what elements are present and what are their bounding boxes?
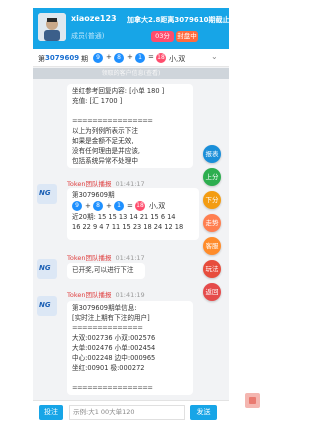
message-time: 01:41:19	[115, 291, 145, 299]
message-line: 大双:002736 小双:002576	[72, 334, 156, 342]
equals-sign: =	[127, 202, 133, 210]
customer-service-button[interactable]: 客服	[203, 237, 221, 255]
history-line: 近20期: 15 15 13 14 21 15 6 14	[72, 213, 176, 221]
result-prefix: 第	[38, 55, 45, 63]
message-line: 第3079609期单信息:	[72, 304, 137, 312]
plus-sign: +	[106, 202, 112, 210]
username: xiaoze123	[71, 14, 117, 23]
plus-sign: +	[85, 202, 91, 210]
result-qi: 期	[81, 55, 88, 63]
result-tag: 小,双	[149, 202, 166, 210]
bot-avatar-text: NG	[39, 189, 51, 197]
withdraw-button[interactable]: 下分	[203, 191, 221, 209]
bot-avatar: NG	[37, 259, 57, 279]
bot-avatar-text: NG	[39, 301, 51, 309]
message-line: 大单:002476 小单:002454	[72, 344, 156, 352]
result-ball: 1	[114, 201, 124, 211]
message-line: 没有任何理由是并应该,	[72, 147, 141, 155]
message-line: 坐红:00901 极:000272	[72, 364, 145, 372]
result-bar[interactable]: 第 3079609 期 9 + 8 + 1 = 18 小,双 ⌄	[33, 49, 229, 67]
message-line: 坐红参考回复内容: [小单 180 ]	[72, 87, 165, 95]
bot-avatar: NG	[37, 184, 57, 204]
message-line: 如果是金额不足无效,	[72, 137, 134, 145]
message-sender: Token团队播报 01:41:19	[67, 289, 145, 299]
message-line: 已开奖,可以进行下注	[72, 266, 134, 274]
bot-avatar: NG	[37, 296, 57, 316]
result-ball-sum: 18	[156, 53, 166, 63]
message-line: [实时注上期有下注的用户]	[72, 314, 150, 322]
bet-button[interactable]: 投注	[39, 405, 63, 420]
message-line: 第3079609期	[72, 191, 115, 199]
history-line: 16 22 9 4 7 11 15 23 18 24 12 18	[72, 223, 184, 231]
issue-title: 加拿大2.8距离3079610期截止	[127, 16, 229, 24]
notice-banner[interactable]: 领取的客户信息(查看)	[33, 68, 229, 79]
equals-sign: =	[148, 53, 154, 61]
message-bubble: 坐红参考回复内容: [小单 180 ] 充值: [汇 1700 ] ======…	[67, 84, 193, 168]
back-button[interactable]: 返回	[203, 283, 221, 301]
message-line	[72, 373, 188, 383]
header-bar: xiaoze123 成员(普通) 加拿大2.8距离3079610期截止 03分 …	[33, 8, 229, 49]
message-line: 包括系统异常不处理中	[72, 157, 138, 165]
message-sender: Token团队播报 01:41:17	[67, 178, 145, 188]
message-bubble: 第3079609期 9 + 8 + 1 = 18 小,双 近20期: 15 15…	[67, 188, 199, 240]
message-time: 01:41:17	[115, 180, 145, 188]
result-ball: 9	[72, 201, 82, 211]
result-ball: 1	[135, 53, 145, 63]
result-ball: 8	[93, 201, 103, 211]
message-bubble: 第3079609期单信息: [实时注上期有下注的用户] ============…	[67, 301, 193, 395]
report-button[interactable]: 报表	[203, 145, 221, 163]
sender-name: Token团队播报	[67, 254, 112, 262]
countdown-badge: 03分	[151, 31, 174, 42]
plus-sign: +	[127, 53, 133, 61]
message-separator: ================	[72, 384, 153, 392]
draw-result-line: 9 + 8 + 1 = 18 小,双	[72, 200, 194, 212]
result-issue: 3079609	[45, 54, 80, 62]
send-button[interactable]: 发送	[190, 405, 217, 420]
input-bar: 投注 示例:大1 00大单120 发送	[33, 400, 229, 424]
result-tag: 小,双	[169, 55, 186, 63]
message-bubble: 已开奖,可以进行下注	[67, 263, 145, 279]
message-separator: ================	[72, 117, 153, 125]
sender-name: Token团队播报	[67, 291, 112, 299]
trend-button[interactable]: 走势	[203, 214, 221, 232]
message-sender: Token团队播报 01:41:17	[67, 252, 145, 262]
scroll-top-icon[interactable]	[245, 393, 260, 408]
user-photo-icon	[38, 13, 66, 41]
result-ball-sum: 18	[135, 201, 145, 211]
chevron-down-icon[interactable]: ⌄	[211, 52, 218, 61]
message-time: 01:41:17	[115, 254, 145, 262]
result-ball: 9	[93, 53, 103, 63]
message-line: 充值: [汇 1700 ]	[72, 97, 123, 105]
user-avatar[interactable]	[38, 13, 66, 41]
bot-avatar-text: NG	[39, 264, 51, 272]
chat-screen: xiaoze123 成员(普通) 加拿大2.8距离3079610期截止 03分 …	[33, 8, 229, 424]
result-ball: 8	[114, 53, 124, 63]
status-badge: 封盘中	[176, 31, 198, 42]
message-line: 中心:002248 边中:000965	[72, 354, 156, 362]
message-line	[72, 106, 188, 116]
sender-name: Token团队播报	[67, 180, 112, 188]
chat-input[interactable]: 示例:大1 00大单120	[69, 405, 185, 420]
deposit-button[interactable]: 上分	[203, 168, 221, 186]
user-role: 成员(普通)	[71, 32, 105, 40]
message-line: 以上为列例所表示下注	[72, 127, 138, 135]
message-separator: ==============	[72, 324, 143, 332]
plus-sign: +	[106, 53, 112, 61]
rules-button[interactable]: 玩法	[203, 260, 221, 278]
